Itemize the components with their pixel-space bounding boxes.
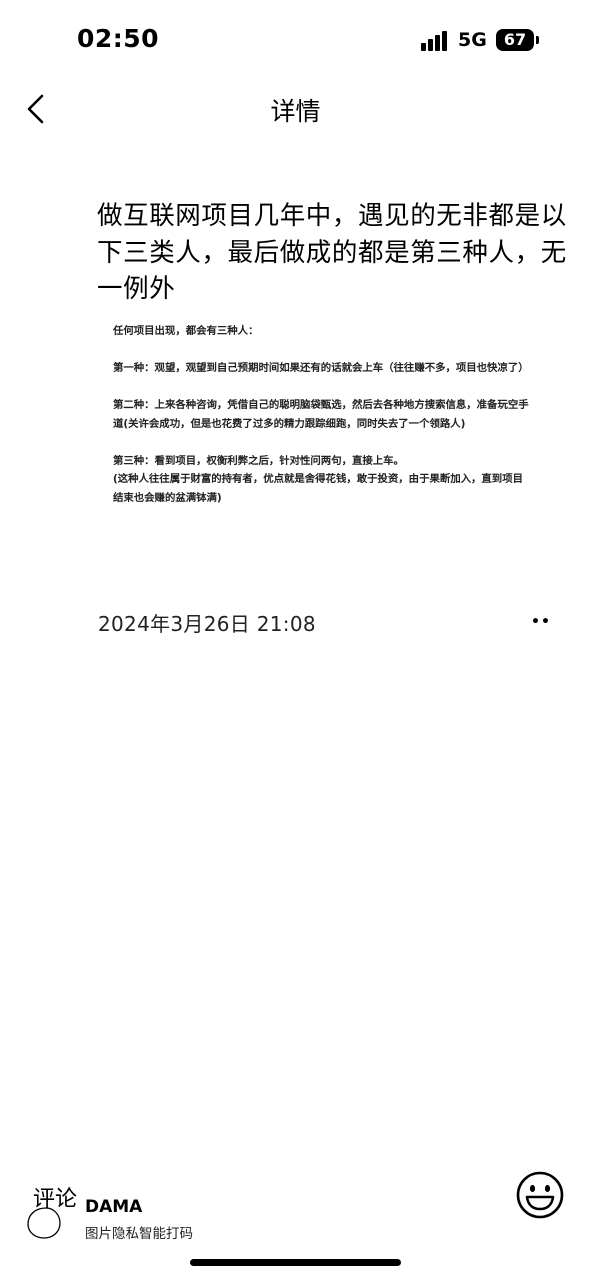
body-intro: 任何项目出现，都会有三种人： [113, 325, 259, 337]
smiley-icon [516, 1171, 564, 1219]
cellular-signal-icon [421, 31, 449, 51]
body-type-3: 第三种：看到项目，权衡利弊之后，针对性问两句，直接上车。 [113, 454, 404, 467]
comment-label[interactable]: 评论 [33, 1181, 77, 1213]
home-indicator[interactable] [190, 1259, 401, 1266]
battery-tip [536, 36, 539, 44]
status-time: 02:50 [77, 24, 160, 53]
network-type: 5G [458, 29, 487, 51]
watermark-tag: 图片隐私智能打码 [85, 1226, 193, 1242]
emoji-button[interactable] [515, 1170, 565, 1220]
screen: 02:50 5G 67 详情 做互联网项目几年中，遇见的无非都是以下三类人，最后… [0, 0, 591, 1280]
article-image-text: 任何项目出现，都会有三种人： 第一种：观望，观望到自己预期时间如果还有的话就会上… [113, 322, 533, 507]
body-type-3-note: (这种人往往属于财富的持有者，优点就是舍得花钱，敢于投资，由于果断加入，直到项目… [113, 473, 523, 504]
article-title: 做互联网项目几年中，遇见的无非都是以下三类人，最后做成的都是第三种人，无一例外 [97, 201, 567, 304]
body-type-2: 第二种：上来各种咨询，凭借自己的聪明脑袋甄选，然后去各种地方搜索信息，准备玩空手… [113, 399, 529, 430]
status-bar: 02:50 5G 67 [0, 0, 591, 80]
post-date: 2024年3月26日 21:08 [98, 612, 316, 636]
battery-icon: 67 [496, 29, 534, 51]
more-options-button[interactable]: •• [526, 612, 556, 632]
watermark-name: DAMA [85, 1197, 143, 1217]
page-title: 详情 [270, 97, 321, 126]
body-type-1: 第一种：观望，观望到自己预期时间如果还有的话就会上车（往往赚不多，项目也快凉了） [113, 362, 529, 374]
